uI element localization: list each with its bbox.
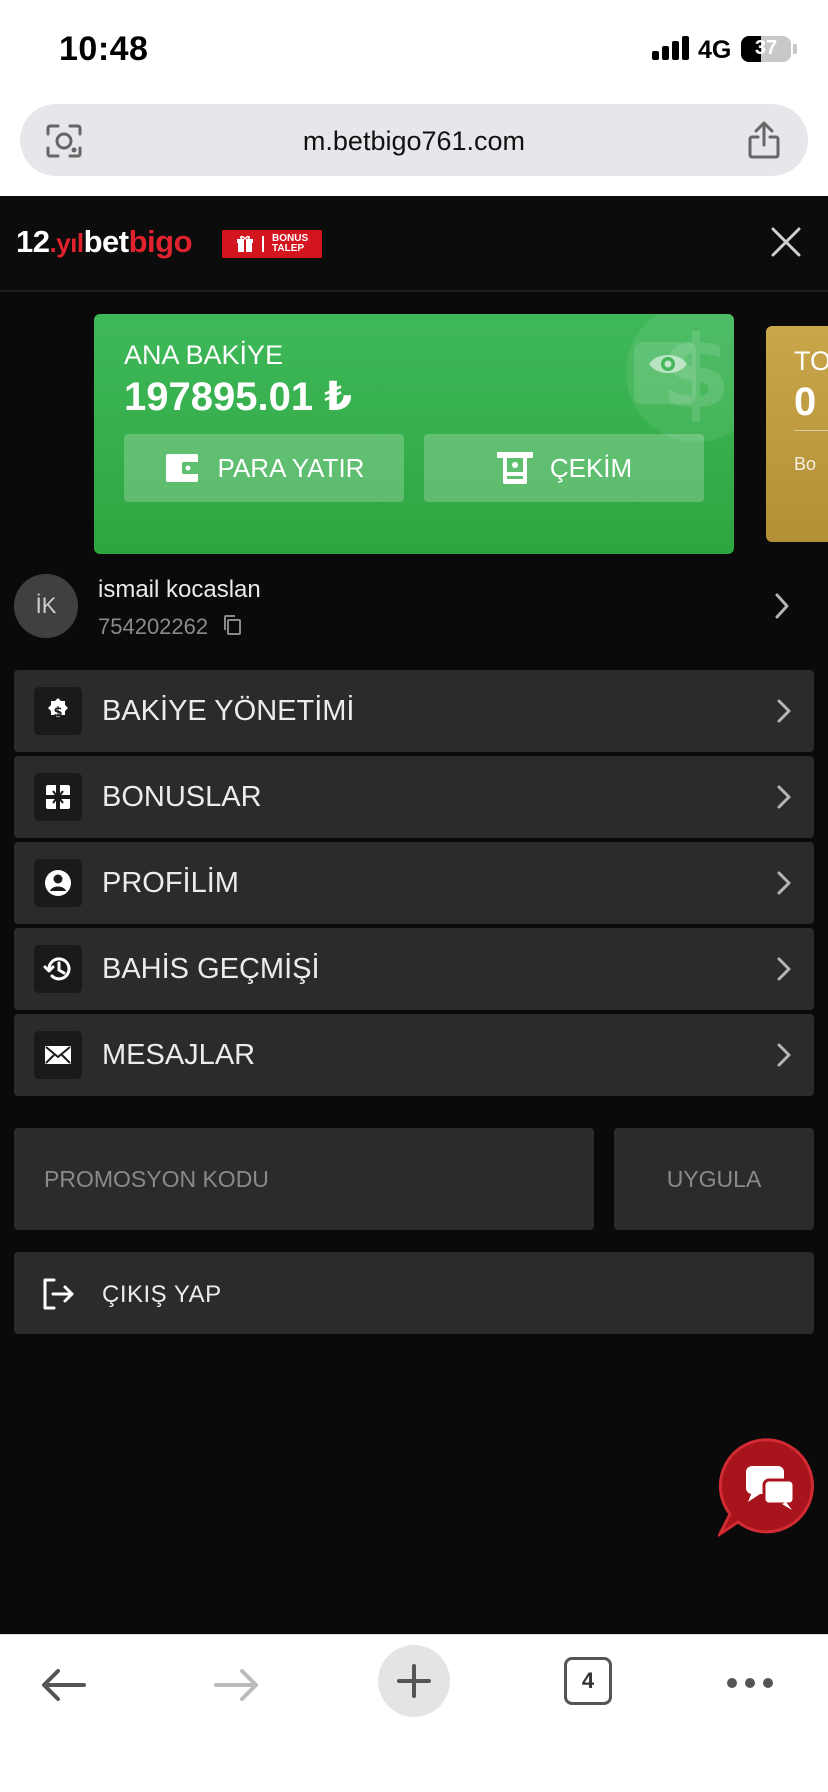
copy-icon[interactable]	[222, 614, 242, 636]
home-indicator	[276, 1766, 552, 1776]
logout-button[interactable]: ÇIKIŞ YAP	[14, 1252, 814, 1334]
eye-icon[interactable]	[647, 350, 689, 378]
battery-level: 37	[754, 37, 778, 59]
tabs-button[interactable]: 4	[564, 1657, 612, 1705]
logout-icon	[43, 1278, 74, 1310]
plus-icon	[397, 1664, 431, 1698]
bonus-request-button[interactable]: BONUS TALEP	[222, 230, 322, 258]
svg-text:$: $	[53, 705, 62, 720]
balance-amount: 197895.01 ₺	[124, 375, 353, 419]
bonus-balance-card[interactable]: TO 0 Bo	[766, 326, 828, 542]
atm-icon	[496, 452, 533, 484]
balance-settings-icon: $	[34, 687, 82, 735]
battery-tip	[793, 44, 797, 54]
menu-label: BONUSLAR	[102, 781, 262, 813]
apply-promo-button[interactable]: UYGULA	[614, 1128, 814, 1230]
logout-label: ÇIKIŞ YAP	[102, 1281, 222, 1308]
status-bar: 10:48 4G 37	[0, 0, 828, 100]
site-logo[interactable]: 12.yılbetbigo	[16, 224, 193, 260]
bonus-balance-title: TO	[794, 346, 828, 376]
apply-promo-label: UYGULA	[666, 1165, 762, 1192]
network-label: 4G	[698, 36, 732, 64]
bonus-line2: TALEP	[272, 243, 305, 254]
user-id: 754202262	[98, 614, 209, 639]
chevron-right-icon	[777, 957, 791, 981]
mail-icon	[34, 1031, 82, 1079]
chevron-right-icon	[777, 699, 791, 723]
share-icon[interactable]	[746, 120, 782, 160]
bonus-balance-value: 0	[794, 380, 817, 424]
bonus-balance-divider	[794, 430, 828, 431]
menu-item-bet-history[interactable]: BAHİS GEÇMİŞİ	[14, 928, 814, 1010]
menu-item-bonuses[interactable]: BONUSLAR	[14, 756, 814, 838]
logo-yil: .yıl	[49, 228, 84, 258]
gift-icon	[237, 235, 253, 252]
live-chat-icon[interactable]	[718, 1436, 822, 1540]
menu-item-messages[interactable]: MESAJLAR	[14, 1014, 814, 1096]
close-icon[interactable]	[770, 226, 802, 258]
battery-icon: 37	[741, 36, 791, 62]
status-time: 10:48	[59, 30, 149, 68]
main-balance-card: $ ANA BAKİYE 197895.01 ₺ PARA YATIR ÇEKİ…	[94, 314, 734, 554]
chevron-right-icon[interactable]	[774, 592, 790, 620]
logo-bigo: bigo	[128, 224, 193, 259]
deposit-label: PARA YATIR	[217, 452, 365, 483]
balance-label: ANA BAKİYE	[124, 340, 284, 370]
wallet-icon	[165, 454, 200, 482]
menu-label: BAKİYE YÖNETİMİ	[102, 695, 355, 727]
bonus-text: BONUS TALEP	[272, 234, 308, 254]
menu-label: MESAJLAR	[102, 1039, 256, 1071]
menu-label: PROFİLİM	[102, 867, 239, 899]
promo-code-input[interactable]	[14, 1128, 594, 1230]
address-bar[interactable]: m.betbigo761.com	[20, 104, 808, 176]
history-icon	[34, 945, 82, 993]
menu-label: BAHİS GEÇMİŞİ	[102, 953, 320, 985]
browser-bar: m.betbigo761.com	[0, 100, 828, 196]
tab-count: 4	[581, 1668, 595, 1693]
menu-item-balance-management[interactable]: $ BAKİYE YÖNETİMİ	[14, 670, 814, 752]
profile-icon	[34, 859, 82, 907]
user-name: ismail kocaslan	[98, 576, 261, 603]
back-arrow-icon[interactable]	[38, 1665, 88, 1705]
chevron-right-icon	[777, 871, 791, 895]
money-deco-icon: $	[626, 314, 734, 442]
forward-arrow-icon[interactable]	[212, 1665, 262, 1705]
chevron-right-icon	[777, 785, 791, 809]
url-text: m.betbigo761.com	[302, 126, 526, 156]
menu-item-profile[interactable]: PROFİLİM	[14, 842, 814, 924]
avatar[interactable]: İK	[14, 574, 78, 638]
logo-bet: bet	[83, 224, 130, 259]
more-icon[interactable]	[726, 1677, 774, 1689]
withdraw-button[interactable]: ÇEKİM	[424, 434, 704, 502]
bonus-separator	[262, 236, 264, 252]
signal-icon	[652, 36, 690, 60]
deposit-button[interactable]: PARA YATIR	[124, 434, 404, 502]
new-tab-button[interactable]	[378, 1645, 450, 1717]
withdraw-label: ÇEKİM	[549, 452, 633, 483]
logo-number: 12	[16, 224, 50, 259]
app-header: 12.yılbetbigo BONUS TALEP	[0, 196, 828, 292]
avatar-initials: İK	[35, 593, 57, 618]
chevron-right-icon	[777, 1043, 791, 1067]
bonus-balance-sub: Bo	[794, 454, 817, 474]
bonus-gift-icon	[34, 773, 82, 821]
